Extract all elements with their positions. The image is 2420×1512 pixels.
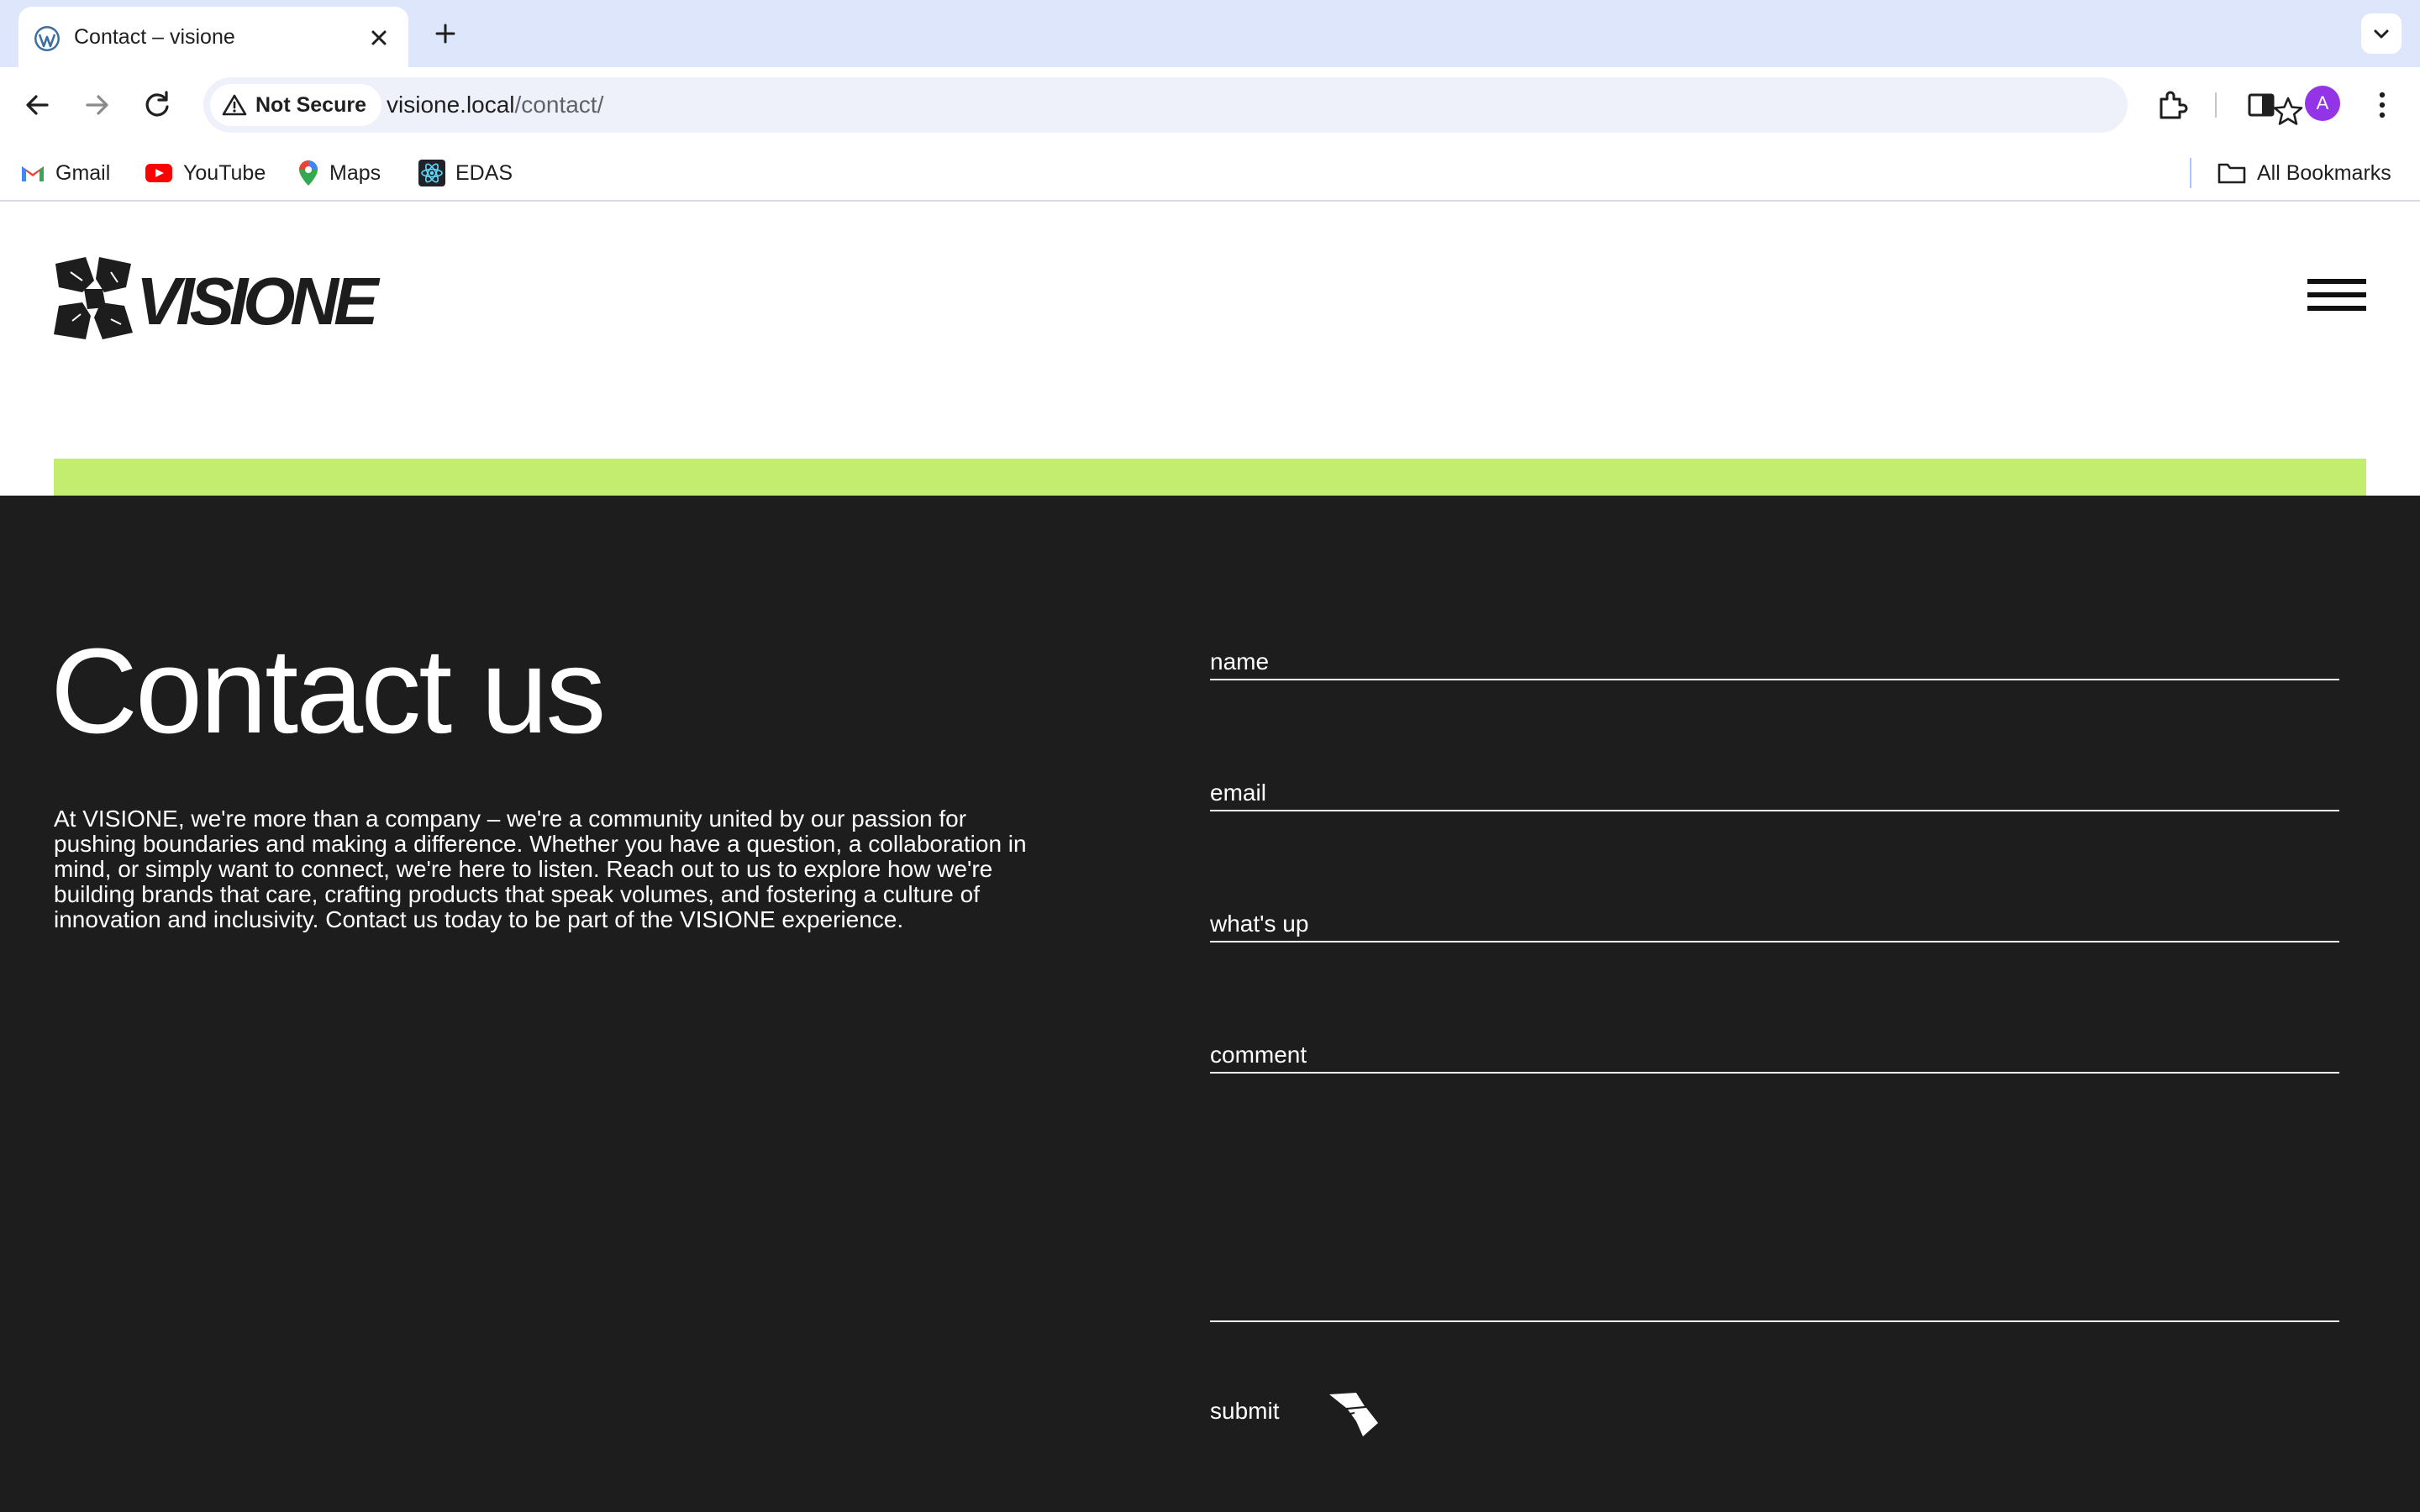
tab-search-button[interactable] [2361, 13, 2402, 54]
menu-hamburger-button[interactable] [2307, 279, 2366, 312]
email-label: email [1210, 780, 1266, 806]
wordpress-icon [34, 26, 60, 51]
folder-icon [2217, 163, 2246, 184]
site-header: VISIONE [0, 203, 2420, 497]
react-icon [418, 160, 445, 186]
bookmark-label: EDAS [455, 160, 513, 185]
submit-arrow-icon [1329, 1393, 1378, 1436]
active-tab[interactable]: Contact – visione [18, 7, 408, 67]
name-label: name [1210, 648, 1270, 675]
submit-button[interactable]: submit [1210, 1389, 1412, 1443]
bookmark-edas[interactable]: EDAS [418, 156, 513, 190]
back-icon[interactable] [18, 86, 57, 124]
maps-icon [299, 160, 318, 186]
more-menu-icon[interactable] [2363, 86, 2402, 124]
all-bookmarks-label: All Bookmarks [2257, 160, 2391, 185]
extensions-icon[interactable] [2153, 86, 2191, 124]
reload-icon[interactable] [138, 86, 176, 124]
address-bar[interactable]: Not Secure visione.local/contact/ [203, 77, 2303, 133]
bookmarks-divider [2190, 158, 2191, 188]
whats-up-field[interactable]: what's up [1210, 911, 2339, 942]
youtube-icon [145, 164, 172, 182]
accent-bar [54, 459, 2366, 497]
bookmark-label: Maps [329, 160, 381, 185]
bookmarks-bar: Gmail YouTube Maps EDAS All Bookmarks [0, 143, 2420, 202]
all-bookmarks-button[interactable]: All Bookmarks [2217, 156, 2391, 190]
browser-toolbar: Not Secure visione.local/contact/ A [0, 67, 2420, 143]
hamburger-line [2307, 306, 2366, 311]
url-path: /contact/ [514, 92, 604, 118]
new-tab-icon[interactable] [429, 17, 462, 50]
forward-icon[interactable] [77, 86, 116, 124]
comment-label-row: comment [1210, 1042, 2339, 1074]
close-tab-icon[interactable] [365, 24, 393, 52]
hamburger-line [2307, 292, 2366, 297]
warning-icon [222, 94, 247, 116]
comment-label: comment [1210, 1042, 1307, 1068]
bookmark-label: Gmail [55, 160, 111, 185]
url-text[interactable]: visione.local/contact/ [387, 92, 603, 118]
url-host: visione.local [387, 92, 515, 118]
page-title: Contact us [50, 623, 606, 759]
visione-logo[interactable]: VISIONE [52, 255, 422, 341]
contact-section: Contact us At VISIONE, we're more than a… [0, 496, 2420, 1512]
hamburger-line [2307, 279, 2366, 284]
gmail-icon [22, 166, 44, 181]
chevron-down-icon [2374, 29, 2389, 39]
tab-title: Contact – visione [74, 25, 235, 49]
tab-strip: Contact – visione [0, 0, 2420, 67]
logo-wordmark: VISIONE [136, 264, 381, 339]
side-panel-icon[interactable] [2242, 86, 2281, 124]
bookmark-youtube[interactable]: YouTube [145, 156, 266, 190]
email-field[interactable]: email [1210, 780, 2339, 811]
whats-up-label: what's up [1210, 911, 1309, 937]
bookmark-label: YouTube [183, 160, 266, 185]
profile-avatar[interactable]: A [2305, 86, 2340, 121]
logo-mark-icon [54, 257, 133, 339]
submit-label: submit [1210, 1398, 1280, 1424]
security-label: Not Secure [255, 93, 366, 117]
comment-textarea[interactable] [1210, 1074, 2339, 1322]
contact-intro-text: At VISIONE, we're more than a company – … [54, 806, 1027, 932]
bookmark-maps[interactable]: Maps [297, 156, 381, 190]
name-field[interactable]: name [1210, 648, 2339, 680]
security-chip[interactable]: Not Secure [210, 84, 381, 126]
bookmark-gmail[interactable]: Gmail [20, 156, 110, 190]
toolbar-divider [2215, 92, 2217, 118]
